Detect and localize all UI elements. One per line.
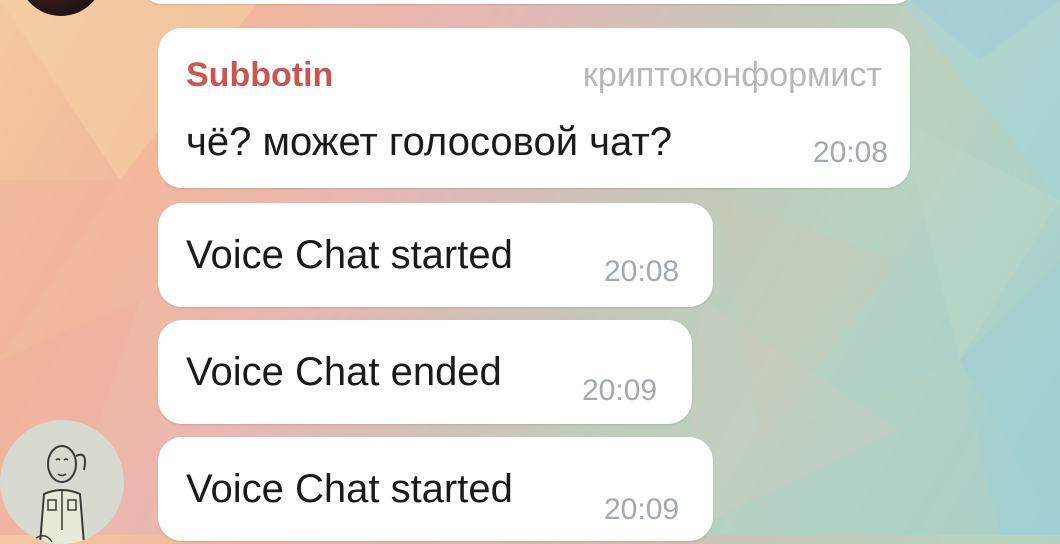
message-time: 20:09 xyxy=(582,374,658,407)
message-text: Voice Chat ended xyxy=(186,350,502,394)
sender-rank: криптоконформист xyxy=(583,56,882,94)
service-message-bubble[interactable]: Voice Chat started 20:08 xyxy=(158,203,713,307)
service-message-bubble[interactable]: Voice Chat started 20:09 xyxy=(158,437,713,541)
message-time: 20:08 xyxy=(812,136,888,169)
message-text: чё? может голосовой чат? xyxy=(186,120,672,164)
message-time: 20:09 xyxy=(604,493,680,526)
previous-message-bubble[interactable] xyxy=(140,0,916,4)
service-message-bubble[interactable]: Voice Chat ended 20:09 xyxy=(158,320,692,424)
sender-avatar[interactable] xyxy=(0,420,124,544)
sketch-avatar-icon xyxy=(0,420,124,544)
message-text: Voice Chat started xyxy=(186,233,513,277)
message-bubble[interactable]: Subbotin криптоконформист чё? может голо… xyxy=(158,28,910,188)
message-time: 20:08 xyxy=(604,255,680,288)
sender-name[interactable]: Subbotin xyxy=(186,56,333,95)
message-text: Voice Chat started xyxy=(186,467,513,511)
